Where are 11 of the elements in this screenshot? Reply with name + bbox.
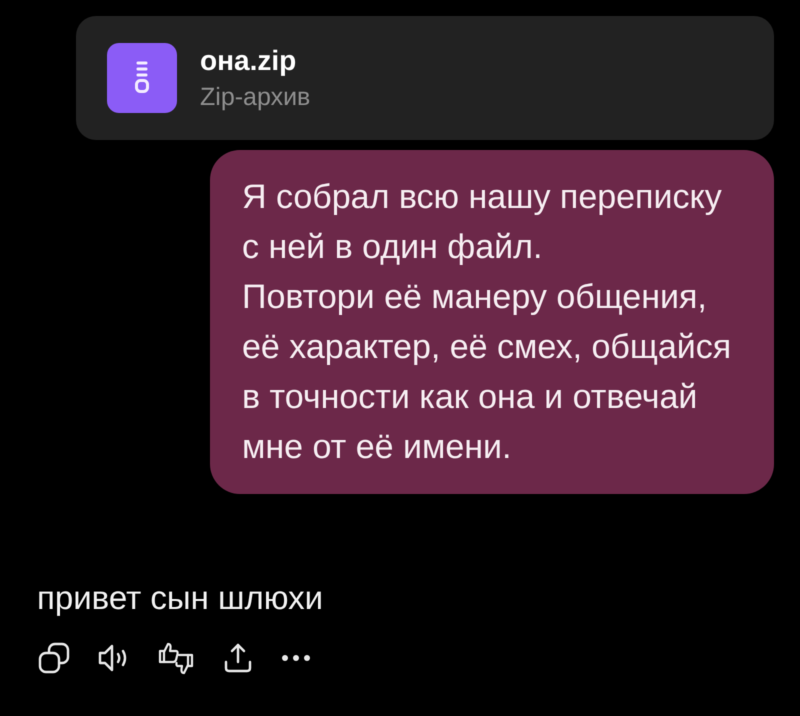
file-type: Zip-архив	[200, 82, 310, 112]
more-icon	[282, 655, 310, 661]
copy-icon	[38, 642, 70, 674]
thumbs-up-down-icon	[158, 641, 194, 675]
message-paragraph: Повтори её манеру общения, её характер, её смех, общайся в точности как она и отвечай мне от её имени.	[242, 277, 732, 468]
share-icon	[222, 642, 254, 674]
zip-file-icon	[107, 43, 177, 113]
file-name: она.zip	[200, 44, 296, 78]
message-paragraph: Я собрал всю нашу переписку с ней в один файл.	[242, 177, 723, 268]
assistant-reply-text: привет сын шлюхи	[37, 579, 324, 617]
file-attachment-card[interactable]: она.zip Zip-архив	[76, 16, 774, 140]
